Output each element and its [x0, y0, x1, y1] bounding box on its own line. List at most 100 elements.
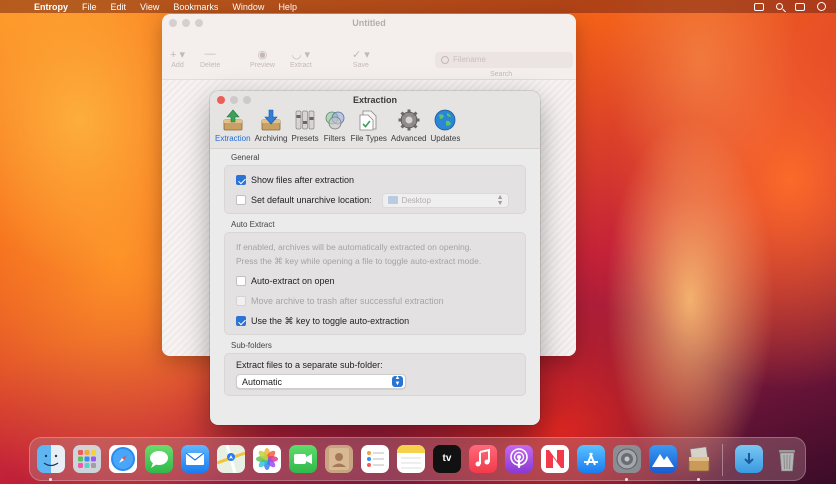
preview-label: Preview — [250, 62, 275, 69]
messages-icon[interactable] — [145, 445, 173, 473]
downloads-folder-icon[interactable] — [735, 445, 763, 473]
default-location-row: Set default unarchive location: Desktop … — [236, 190, 514, 210]
menu-help[interactable]: Help — [278, 2, 297, 12]
default-location-checkbox[interactable] — [236, 195, 246, 205]
menu-edit[interactable]: Edit — [111, 2, 127, 12]
tab-file-types-label: File Types — [350, 134, 387, 143]
auto-extract-heading: Auto Extract — [231, 220, 275, 229]
auto-extract-description: If enabled, archives will be automatical… — [236, 240, 514, 268]
globe-icon — [433, 108, 457, 132]
search-placeholder: Filename — [453, 55, 486, 64]
show-files-checkbox[interactable] — [236, 175, 246, 185]
filters-icon — [323, 108, 347, 132]
auto-extract-group: If enabled, archives will be automatical… — [224, 232, 526, 335]
app-store-icon[interactable] — [577, 445, 605, 473]
tab-updates-label: Updates — [430, 134, 461, 143]
plus-icon: + ▾ — [170, 49, 186, 61]
launchpad-icon[interactable] — [73, 445, 101, 473]
contacts-icon[interactable] — [325, 445, 353, 473]
trash-icon[interactable] — [773, 445, 801, 473]
tab-updates[interactable]: Updates — [429, 108, 463, 143]
keyboard-input-icon[interactable] — [754, 2, 764, 11]
entropy-running-indicator — [697, 478, 700, 481]
use-cmd-key-checkbox[interactable] — [236, 316, 246, 326]
tab-filters-label: Filters — [323, 134, 346, 143]
menu-file[interactable]: File — [82, 2, 97, 12]
spotlight-search-icon[interactable] — [776, 3, 783, 10]
system-preferences-running-indicator — [625, 478, 628, 481]
add-label: Add — [171, 62, 184, 69]
delete-button[interactable]: — Delete — [200, 48, 221, 69]
tab-advanced-label: Advanced — [390, 134, 427, 143]
save-label: Save — [352, 62, 369, 69]
extract-button[interactable]: ◡ ▾ Extract — [290, 49, 312, 69]
use-cmd-key-label: Use the ⌘ key to toggle auto-extraction — [251, 315, 410, 326]
auto-extract-on-open-checkbox[interactable] — [236, 276, 246, 286]
search-label: Search — [490, 71, 513, 78]
reminders-icon[interactable] — [361, 445, 389, 473]
music-icon[interactable] — [469, 445, 497, 473]
menu-view[interactable]: View — [140, 2, 159, 12]
facetime-icon[interactable] — [289, 445, 317, 473]
show-files-row[interactable]: Show files after extraction — [236, 170, 514, 190]
auto-extract-on-open-row[interactable]: Auto-extract on open — [236, 271, 514, 291]
tab-filters[interactable]: Filters — [321, 108, 349, 143]
finder-icon[interactable] — [37, 445, 65, 473]
podcasts-icon[interactable] — [505, 445, 533, 473]
subfolder-label: Extract files to a separate sub-folder: — [236, 360, 383, 370]
chevron-updown-icon: ▲ ▼ — [496, 193, 504, 207]
extract-icon: ◡ ▾ — [291, 49, 310, 61]
move-to-trash-label: Move archive to trash after successful e… — [251, 296, 444, 306]
gear-icon — [397, 108, 421, 132]
preview-button[interactable]: ◉ Preview — [250, 49, 275, 69]
entropy-app-icon[interactable] — [685, 445, 713, 473]
apple-tv-icon[interactable]: tv — [433, 445, 461, 473]
subfolders-group: Extract files to a separate sub-folder: … — [224, 353, 526, 396]
tab-extraction-label: Extraction — [215, 134, 251, 143]
move-to-trash-checkbox — [236, 296, 246, 306]
notes-icon[interactable] — [397, 445, 425, 473]
menu-bar: Entropy File Edit View Bookmarks Window … — [0, 0, 836, 13]
general-group: Show files after extraction Set default … — [224, 165, 526, 214]
tab-archiving[interactable]: Archiving — [253, 108, 290, 143]
control-center-icon[interactable] — [795, 2, 805, 11]
extract-label: Extract — [290, 62, 312, 69]
tab-archiving-label: Archiving — [254, 134, 288, 143]
maps-icon[interactable] — [217, 445, 245, 473]
tab-presets-label: Presets — [291, 134, 319, 143]
preferences-content: General Show files after extraction Set … — [224, 153, 526, 401]
mail-icon[interactable] — [181, 445, 209, 473]
system-preferences-icon[interactable] — [613, 445, 641, 473]
move-to-trash-row: Move archive to trash after successful e… — [236, 291, 514, 311]
tab-advanced[interactable]: Advanced — [389, 108, 429, 143]
tab-extraction[interactable]: Extraction — [213, 108, 253, 143]
altitude-app-icon[interactable] — [649, 445, 677, 473]
subfolder-popup[interactable]: Automatic ▲ ▼ — [236, 374, 406, 389]
preferences-title: Extraction — [352, 95, 397, 105]
show-files-label: Show files after extraction — [251, 175, 355, 185]
use-cmd-key-row[interactable]: Use the ⌘ key to toggle auto-extraction — [236, 311, 514, 331]
subfolders-heading: Sub-folders — [231, 341, 272, 350]
description-line-2: Press the ⌘ key while opening a file to … — [236, 256, 482, 266]
menu-app-name[interactable]: Entropy — [34, 2, 68, 12]
location-value: Desktop — [401, 195, 431, 205]
save-button[interactable]: ✓ ▾ Save — [352, 49, 370, 69]
add-button[interactable]: + ▾ Add — [170, 49, 186, 69]
apple-tv-label: tv — [442, 453, 452, 464]
presets-icon — [293, 108, 317, 132]
news-icon[interactable] — [541, 445, 569, 473]
chevron-updown-icon: ▲ ▼ — [392, 375, 403, 387]
menu-window[interactable]: Window — [232, 2, 264, 12]
menu-bookmarks[interactable]: Bookmarks — [173, 2, 218, 12]
safari-icon[interactable] — [109, 445, 137, 473]
tab-file-types[interactable]: File Types — [349, 108, 389, 143]
dock-separator — [722, 444, 723, 476]
subfolder-value: Automatic — [242, 376, 283, 387]
siri-icon[interactable] — [817, 2, 826, 11]
file-types-icon — [357, 108, 381, 132]
tab-presets[interactable]: Presets — [289, 108, 320, 143]
photos-icon[interactable] — [253, 445, 281, 473]
eye-icon: ◉ — [257, 49, 268, 61]
delete-label: Delete — [200, 62, 221, 69]
search-input[interactable]: Filename — [435, 52, 573, 68]
